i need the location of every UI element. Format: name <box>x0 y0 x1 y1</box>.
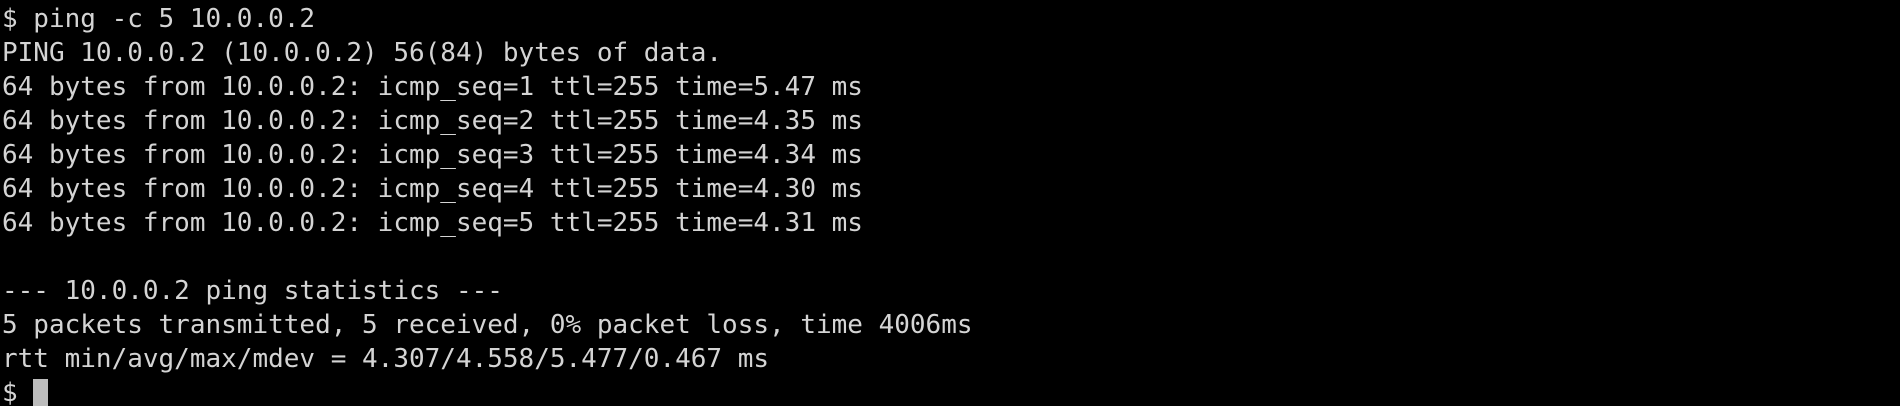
ping-reply-line: 64 bytes from 10.0.0.2: icmp_seq=2 ttl=2… <box>2 106 863 136</box>
active-prompt[interactable]: $ <box>2 376 1900 406</box>
statistics-header: --- 10.0.0.2 ping statistics --- <box>2 276 503 306</box>
ping-reply-line: 64 bytes from 10.0.0.2: icmp_seq=4 ttl=2… <box>2 174 863 204</box>
ping-reply-line: 64 bytes from 10.0.0.2: icmp_seq=5 ttl=2… <box>2 208 863 238</box>
terminal-window[interactable]: $ ping -c 5 10.0.0.2 PING 10.0.0.2 (10.0… <box>0 0 1900 406</box>
command-line: $ ping -c 5 10.0.0.2 <box>2 4 316 34</box>
statistics-summary: 5 packets transmitted, 5 received, 0% pa… <box>2 310 973 340</box>
ping-header: PING 10.0.0.2 (10.0.0.2) 56(84) bytes of… <box>2 38 723 68</box>
rtt-statistics: rtt min/avg/max/mdev = 4.307/4.558/5.477… <box>2 344 770 374</box>
text-cursor <box>33 379 49 406</box>
ping-reply-line: 64 bytes from 10.0.0.2: icmp_seq=3 ttl=2… <box>2 140 863 170</box>
prompt-symbol: $ <box>2 378 34 406</box>
ping-reply-line: 64 bytes from 10.0.0.2: icmp_seq=1 ttl=2… <box>2 72 863 102</box>
